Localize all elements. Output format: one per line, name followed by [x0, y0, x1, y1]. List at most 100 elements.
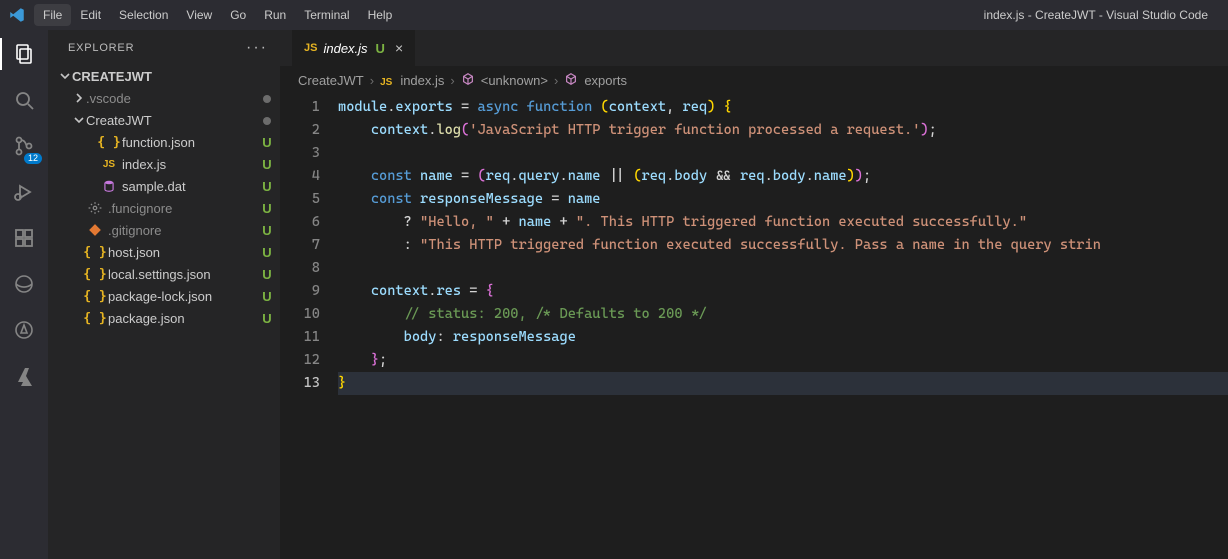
git-status: U [258, 245, 276, 260]
activity-search-icon[interactable] [10, 86, 38, 114]
code-line[interactable]: : "This HTTP triggered function executed… [338, 234, 1228, 257]
gear-icon [86, 201, 104, 215]
breadcrumb-item[interactable]: exports [584, 73, 627, 88]
tree-file[interactable]: .gitignoreU [66, 219, 276, 241]
git-status: U [258, 135, 276, 150]
git-status: U [258, 179, 276, 194]
tab-index-js[interactable]: JS index.js U × [292, 30, 416, 66]
tree-item-label: CreateJWT [86, 113, 258, 128]
tree-item-label: function.json [122, 135, 258, 150]
status-dot [258, 91, 276, 106]
code-line[interactable]: module.exports = async function (context… [338, 96, 1228, 119]
code-lines[interactable]: module.exports = async function (context… [338, 94, 1228, 559]
git-status: U [258, 157, 276, 172]
activity-azure-icon[interactable] [10, 362, 38, 390]
activity-bar: 12 [0, 30, 48, 559]
code-line[interactable] [338, 142, 1228, 165]
title-bar: FileEditSelectionViewGoRunTerminalHelp i… [0, 0, 1228, 30]
breadcrumbs[interactable]: CreateJWT › JS index.js › <unknown> › exports [280, 66, 1228, 94]
tab-close-icon[interactable]: × [393, 40, 405, 56]
editor-tabs: JS index.js U × [280, 30, 1228, 66]
tree-file[interactable]: sample.datU [80, 175, 276, 197]
chevron-right-icon: › [450, 73, 454, 88]
menu-terminal[interactable]: Terminal [295, 4, 358, 26]
tree-file[interactable]: JSindex.jsU [80, 153, 276, 175]
code-line[interactable]: body: responseMessage [338, 326, 1228, 349]
code-line[interactable]: ? "Hello, " + name + ". This HTTP trigge… [338, 211, 1228, 234]
breadcrumb-icon [564, 72, 578, 89]
js-file-icon: JS [304, 42, 317, 54]
chevron-right-icon: › [370, 73, 374, 88]
tree-item-label: package.json [108, 311, 258, 326]
tree-item-label: package-lock.json [108, 289, 258, 304]
menu-go[interactable]: Go [221, 4, 255, 26]
tree-file[interactable]: { } host.jsonU [66, 241, 276, 263]
activity-source-control-icon[interactable]: 12 [10, 132, 38, 160]
menu-file[interactable]: File [34, 4, 71, 26]
menu-selection[interactable]: Selection [110, 4, 177, 26]
explorer-title: EXPLORER [68, 42, 134, 54]
tree-item-label: .vscode [86, 91, 258, 106]
activity-run-debug-icon[interactable] [10, 178, 38, 206]
tree-file[interactable]: { } function.jsonU [80, 131, 276, 153]
braces-icon: { } [86, 289, 104, 304]
activity-explorer-icon[interactable] [10, 40, 38, 68]
activity-compass-icon[interactable] [10, 316, 38, 344]
code-line[interactable]: context.res = { [338, 280, 1228, 303]
explorer-sidebar: EXPLORER ··· CREATEJWT .vscode CreateJWT { … [48, 30, 280, 559]
tree-root[interactable]: CREATEJWT [52, 65, 276, 87]
vscode-logo-icon [8, 6, 26, 24]
breadcrumb-item[interactable]: index.js [400, 73, 444, 88]
tab-modified-flag: U [374, 41, 387, 56]
tree-folder[interactable]: CreateJWT [66, 109, 276, 131]
tree-file[interactable]: { } package.jsonU [66, 307, 276, 329]
menu-help[interactable]: Help [359, 4, 402, 26]
code-line[interactable]: // status: 200, /* Defaults to 200 */ [338, 303, 1228, 326]
menu-bar: FileEditSelectionViewGoRunTerminalHelp [34, 4, 401, 26]
menu-edit[interactable]: Edit [71, 4, 110, 26]
status-dot [258, 113, 276, 128]
window-title: index.js - CreateJWT - Visual Studio Cod… [401, 8, 1220, 22]
tree-folder[interactable]: .vscode [66, 87, 276, 109]
git-status: U [258, 289, 276, 304]
tree-file[interactable]: { }local.settings.jsonU [66, 263, 276, 285]
code-editor[interactable]: 12345678910111213 module.exports = async… [280, 94, 1228, 559]
tree-item-label: index.js [122, 157, 258, 172]
chevron-down-icon [72, 114, 86, 126]
explorer-more-icon[interactable]: ··· [246, 39, 268, 57]
code-line[interactable]: const responseMessage = name [338, 188, 1228, 211]
braces-icon: { } [86, 267, 104, 282]
tree-item-label: sample.dat [122, 179, 258, 194]
tree-item-label: host.json [108, 245, 258, 260]
chevron-down-icon [58, 70, 72, 82]
menu-run[interactable]: Run [255, 4, 295, 26]
braces-icon: { } [86, 311, 104, 326]
code-line[interactable] [338, 257, 1228, 280]
braces-icon: { } [86, 245, 104, 260]
code-line[interactable]: } [338, 372, 1228, 395]
tree-item-label: .gitignore [108, 223, 258, 238]
chevron-right-icon [72, 92, 86, 104]
code-line[interactable]: const name = (req.query.name || (req.bod… [338, 165, 1228, 188]
db-icon [100, 179, 118, 193]
git-status: U [258, 223, 276, 238]
activity-extensions-icon[interactable] [10, 224, 38, 252]
code-line[interactable]: }; [338, 349, 1228, 372]
braces-icon: { } [100, 135, 118, 150]
activity-azure-cloud-icon[interactable] [10, 270, 38, 298]
tree-file[interactable]: .funcignoreU [66, 197, 276, 219]
menu-view[interactable]: View [177, 4, 221, 26]
tree-file[interactable]: { } package-lock.jsonU [66, 285, 276, 307]
breadcrumb-item[interactable]: CreateJWT [298, 73, 364, 88]
code-line[interactable]: context.log('JavaScript HTTP trigger fun… [338, 119, 1228, 142]
tab-label: index.js [323, 41, 367, 56]
explorer-header: EXPLORER ··· [48, 30, 280, 65]
tree-item-label: .funcignore [108, 201, 258, 216]
git-status: U [258, 311, 276, 326]
breadcrumb-item[interactable]: <unknown> [481, 73, 548, 88]
chevron-right-icon: › [554, 73, 558, 88]
editor-group: JS index.js U × CreateJWT › JS index.js › <un… [280, 30, 1228, 559]
breadcrumb-icon: JS [380, 73, 394, 88]
line-gutter: 12345678910111213 [280, 94, 338, 559]
git-icon [86, 223, 104, 237]
